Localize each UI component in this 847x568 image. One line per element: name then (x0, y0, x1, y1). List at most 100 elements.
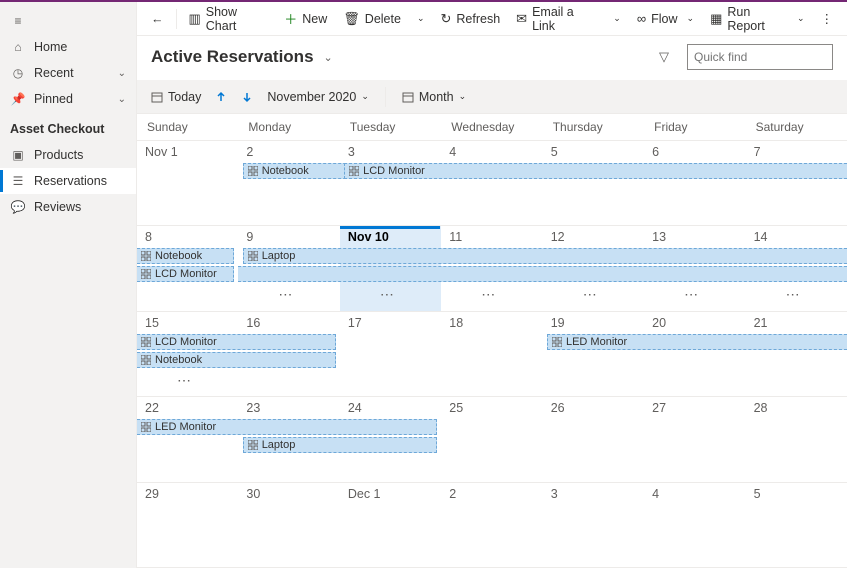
day-number[interactable]: 26 (551, 401, 565, 415)
reservation-event[interactable] (238, 266, 847, 282)
reservation-event[interactable]: Laptop (243, 437, 437, 453)
sidebar-item-reviews[interactable]: 💬Reviews (0, 194, 136, 220)
reservation-event[interactable]: Notebook (137, 248, 234, 264)
day-number[interactable]: 28 (754, 401, 768, 415)
day-number[interactable]: 4 (652, 487, 659, 501)
calendar-day[interactable]: 5 (543, 141, 644, 225)
search-box[interactable]: 🔍 (687, 44, 833, 70)
next-arrow-icon[interactable] (241, 91, 253, 103)
new-button[interactable]: ＋New (278, 5, 333, 32)
day-number[interactable]: 5 (754, 487, 761, 501)
day-number[interactable]: 2 (449, 487, 456, 501)
calendar-day[interactable]: 27 (644, 397, 745, 481)
day-number[interactable]: 11 (449, 230, 462, 244)
day-number[interactable]: Nov 1 (145, 145, 178, 159)
more-events[interactable]: ⋯ (644, 286, 745, 303)
calendar-day[interactable]: 28 (746, 397, 847, 481)
day-number[interactable]: 4 (449, 145, 456, 159)
chevron-down-icon[interactable]: ⌄ (324, 51, 333, 64)
day-number[interactable]: 3 (348, 145, 355, 159)
show-chart-button[interactable]: ▥Show Chart (182, 1, 274, 37)
prev-arrow-icon[interactable] (215, 91, 227, 103)
more-events[interactable]: ⋯ (543, 286, 644, 303)
day-number[interactable]: 27 (652, 401, 666, 415)
more-events[interactable]: ⋯ (441, 286, 542, 303)
more-events[interactable]: ⋯ (340, 286, 441, 303)
nav-recent[interactable]: ◷Recent⌄ (0, 60, 136, 86)
day-number[interactable]: 18 (449, 316, 463, 330)
filter-icon[interactable]: ▽ (659, 49, 669, 65)
reservation-event[interactable]: LED Monitor (137, 419, 437, 435)
sidebar-item-products[interactable]: ▣Products (0, 142, 136, 168)
day-number[interactable]: 9 (246, 230, 253, 244)
calendar-day[interactable]: 29 (137, 483, 238, 567)
calendar-day[interactable]: Nov 1 (137, 141, 238, 225)
calendar-day[interactable]: 7 (746, 141, 847, 225)
day-number[interactable]: 15 (145, 316, 159, 330)
calendar-day[interactable]: 30 (238, 483, 339, 567)
day-number[interactable]: 7 (754, 145, 761, 159)
run-report-button[interactable]: ▦Run Report⌄ (704, 1, 810, 37)
reservation-event[interactable]: LCD Monitor (137, 266, 234, 282)
day-number[interactable]: 8 (145, 230, 152, 244)
day-number[interactable]: Dec 1 (348, 487, 381, 501)
today-button[interactable]: Today (151, 90, 201, 104)
calendar-day[interactable]: 2 (238, 141, 339, 225)
search-input[interactable] (694, 50, 847, 64)
calendar-day[interactable]: 4 (644, 483, 745, 567)
reservation-event[interactable]: LCD Monitor (137, 334, 336, 350)
sidebar-item-reservations[interactable]: ☰Reservations (0, 168, 136, 194)
calendar-day[interactable]: 25 (441, 397, 542, 481)
chevron-down-icon: ⌄ (417, 13, 425, 24)
day-number[interactable]: 23 (246, 401, 260, 415)
email-chevron[interactable]: ⌄ (607, 9, 627, 28)
more-events[interactable]: ⋯ (238, 286, 339, 303)
calendar-day[interactable]: 6 (644, 141, 745, 225)
calendar-day[interactable]: 22 (137, 397, 238, 481)
reservation-event[interactable]: Laptop (243, 248, 847, 264)
nav-home[interactable]: ⌂Home (0, 34, 136, 60)
reservation-event[interactable]: LED Monitor (547, 334, 847, 350)
day-number[interactable]: 21 (754, 316, 768, 330)
reservation-event[interactable]: Notebook (137, 352, 336, 368)
month-picker[interactable]: November 2020⌄ (267, 90, 369, 104)
refresh-button[interactable]: ↻Refresh (434, 7, 506, 31)
calendar-day[interactable]: 4 (441, 141, 542, 225)
nav-pinned[interactable]: 📌Pinned⌄ (0, 86, 136, 112)
day-number[interactable]: 3 (551, 487, 558, 501)
day-number[interactable]: 25 (449, 401, 463, 415)
calendar-day[interactable]: 3 (340, 141, 441, 225)
overflow-button[interactable]: ⋮ (815, 7, 840, 30)
day-number[interactable]: 13 (652, 230, 666, 244)
view-title[interactable]: Active Reservations (151, 47, 314, 67)
day-number[interactable]: 22 (145, 401, 159, 415)
day-number[interactable]: Nov 10 (348, 230, 389, 244)
day-number[interactable]: 30 (246, 487, 260, 501)
day-number[interactable]: 12 (551, 230, 565, 244)
day-number[interactable]: 14 (754, 230, 768, 244)
back-button[interactable]: ← (145, 8, 170, 30)
email-link-button[interactable]: ✉Email a Link (510, 1, 603, 37)
day-number[interactable]: 16 (246, 316, 260, 330)
calendar-day[interactable]: 3 (543, 483, 644, 567)
day-number[interactable]: 2 (246, 145, 253, 159)
day-number[interactable]: 17 (348, 316, 362, 330)
calendar-day[interactable]: 5 (746, 483, 847, 567)
flow-button[interactable]: ∞Flow⌄ (631, 7, 700, 30)
day-number[interactable]: 29 (145, 487, 159, 501)
calendar-day[interactable]: 2 (441, 483, 542, 567)
day-number[interactable]: 19 (551, 316, 565, 330)
delete-button[interactable]: 🗑Delete (337, 7, 407, 31)
nav-hamburger[interactable]: ≡ (0, 8, 136, 34)
delete-chevron[interactable]: ⌄ (411, 9, 431, 28)
more-events[interactable]: ⋯ (137, 372, 238, 389)
reservation-event[interactable]: LCD Monitor (344, 163, 847, 179)
calendar-day[interactable]: Dec 1 (340, 483, 441, 567)
day-number[interactable]: 5 (551, 145, 558, 159)
day-number[interactable]: 6 (652, 145, 659, 159)
more-events[interactable]: ⋯ (746, 286, 847, 303)
day-number[interactable]: 20 (652, 316, 666, 330)
view-picker[interactable]: Month⌄ (402, 90, 466, 104)
day-number[interactable]: 24 (348, 401, 362, 415)
calendar-day[interactable]: 26 (543, 397, 644, 481)
